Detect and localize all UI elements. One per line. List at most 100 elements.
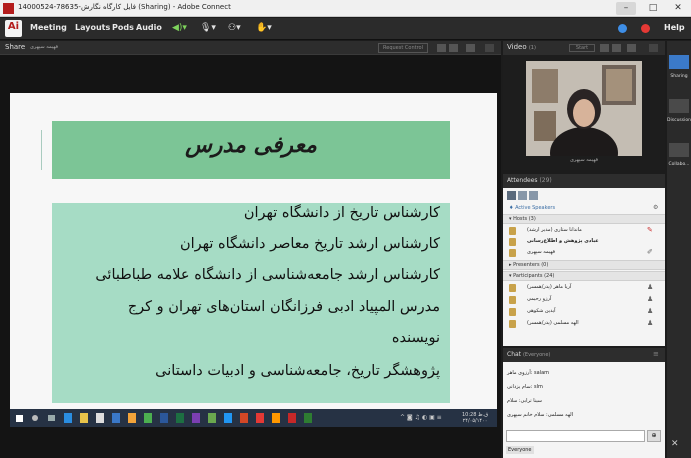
webcam-scene: [526, 61, 642, 156]
chat-message: سینا ترابی: سلام: [507, 398, 542, 404]
participant-avatar-icon: [509, 320, 516, 328]
fit-width-icon[interactable]: [449, 44, 458, 52]
hosts-section-header[interactable]: ▾ Hosts (3): [503, 214, 665, 224]
request-control-button[interactable]: Request Control: [378, 43, 428, 53]
share-pod: Share فهیمه سپهری Request Control معرفی …: [0, 41, 501, 458]
slide-title: معرفی مدرس: [185, 133, 317, 158]
chat-message-input[interactable]: [506, 430, 645, 442]
attendee-row[interactable]: آرزو رحیمی ♟: [503, 294, 665, 305]
share-pod-title: Share: [5, 43, 26, 51]
camera-icon[interactable]: ⚇▾: [228, 22, 241, 35]
video-pod-header: Video (1) Start: [503, 41, 665, 55]
slide-accent-line: [41, 130, 42, 170]
attendee-row[interactable]: آریا ماهر (پدر/همسر) ♟: [503, 282, 665, 293]
layout-label: Collabo...: [668, 162, 690, 167]
attendee-name: آیدین شکوهی: [527, 308, 556, 314]
participant-avatar-icon: [509, 308, 516, 316]
attendee-name: آرزو رحیمی: [527, 296, 552, 302]
title-bar: 14000524-78635-فایل کارگاه نگارش (Sharin…: [0, 0, 691, 17]
pod-menu-icon[interactable]: [649, 44, 658, 52]
participants-section-header[interactable]: ▾ Participants (24): [503, 271, 665, 281]
menu-help[interactable]: Help: [664, 23, 685, 32]
attendee-row[interactable]: الهه مسلمی (پدر/همسر) ♟: [503, 318, 665, 329]
telegram-icon: [224, 413, 232, 423]
host-avatar-icon: [509, 227, 516, 235]
layout-discussion-thumbnail[interactable]: [669, 99, 689, 113]
host-avatar-icon: [509, 249, 516, 257]
speaker-icon[interactable]: ◀)▾: [172, 22, 187, 35]
slide-line: مدرس المپیاد ادبی فرزانگان استان‌های تهر…: [127, 299, 440, 315]
mail-icon: [112, 413, 120, 423]
word-icon: [160, 413, 168, 423]
video-participant-name: فهیمه سپهری: [569, 157, 599, 163]
app-icon: [208, 413, 216, 423]
layout-sharing-thumbnail[interactable]: [669, 55, 689, 69]
file-explorer-icon: [80, 413, 88, 423]
participant-avatar-icon: [509, 284, 516, 292]
attendee-name: آریا ماهر (پدر/همسر): [527, 284, 572, 290]
chat-pod: Chat (Everyone) ≡ آرزوی ماهر: salam سام …: [503, 348, 665, 458]
host-avatar-icon: [509, 238, 516, 246]
status-icon: ♟: [647, 319, 654, 327]
grid-view-icon[interactable]: [612, 44, 621, 52]
menu-pods[interactable]: Pods: [112, 23, 134, 32]
participant-avatar-icon: [509, 296, 516, 304]
maximize-button[interactable]: □: [643, 2, 663, 15]
grid-view-icon[interactable]: [518, 191, 527, 200]
slide-line: نویسنده: [391, 330, 440, 346]
menu-bar: Ai Meeting Layouts Pods Audio ◀)▾ 🎙▾ ⚇▾ …: [0, 18, 691, 40]
slide-line: پژوهشگر تاریخ، جامعه‌شناسی و ادبیات داست…: [155, 363, 440, 379]
menu-meeting[interactable]: Meeting: [30, 23, 67, 32]
send-message-button[interactable]: ⊕: [647, 430, 661, 442]
slide-title-band: معرفی مدرس: [52, 121, 450, 179]
start-camera-button[interactable]: Start: [569, 44, 595, 52]
menu-layouts[interactable]: Layouts: [75, 23, 110, 32]
view-toggle-icon[interactable]: [437, 44, 446, 52]
status-icon: ✎: [647, 226, 653, 234]
chat-message: آرزوی ماهر: salam: [507, 370, 550, 376]
edge-icon: [64, 413, 72, 423]
pod-menu-icon[interactable]: [485, 44, 494, 52]
webcam-video: [526, 61, 642, 156]
adobe-connect-app-icon: [3, 3, 14, 14]
attendee-name: عبادی پژوهش و اطلاع‌رسانی: [527, 238, 599, 244]
layout-collaboration-thumbnail[interactable]: [669, 143, 689, 157]
chat-recipient-selector[interactable]: Everyone: [506, 446, 534, 454]
presenters-section-header[interactable]: ▸ Presenters (0): [503, 260, 665, 270]
app-icon: [144, 413, 152, 423]
attendee-row[interactable]: عبادی پژوهش و اطلاع‌رسانی: [503, 236, 665, 247]
status-indicator-icon[interactable]: [618, 24, 627, 33]
chrome-icon: [128, 413, 136, 423]
onenote-icon: [192, 413, 200, 423]
attendees-pod-header: Attendees (29): [503, 174, 665, 188]
status-icon: ♟: [647, 283, 654, 291]
fullscreen-icon[interactable]: [627, 44, 636, 52]
attendee-row[interactable]: فهیمه سپهری ✐: [503, 247, 665, 258]
microphone-icon[interactable]: 🎙▾: [200, 22, 216, 35]
attendee-row[interactable]: ماندانا ستاری (مدیر ارشد) ✎: [503, 225, 665, 236]
layouts-rail: Sharing Discussion Collabo... ✕: [667, 41, 691, 458]
system-tray-icons: ^ ◙ ♫ ◐ ▣ ≡: [400, 414, 442, 421]
list-view-icon[interactable]: [507, 191, 516, 200]
recording-icon[interactable]: [641, 24, 650, 33]
fullscreen-icon[interactable]: [466, 44, 475, 52]
menu-audio[interactable]: Audio: [136, 23, 162, 32]
settings-icon[interactable]: ⚙: [653, 204, 658, 211]
attendee-name: ماندانا ستاری (مدیر ارشد): [527, 227, 582, 233]
sort-icon[interactable]: [529, 191, 538, 200]
app-icon: [304, 413, 312, 423]
chat-pod-header: Chat (Everyone) ≡: [503, 348, 665, 362]
status-icon: ♟: [647, 307, 654, 315]
collapse-rail-icon[interactable]: ✕: [671, 439, 679, 449]
video-pod-title: Video (1): [507, 43, 536, 51]
attendee-row[interactable]: آیدین شکوهی ♟: [503, 306, 665, 317]
pod-menu-icon[interactable]: ≡: [653, 350, 659, 358]
raise-hand-icon[interactable]: ✋▾: [256, 22, 272, 35]
minimize-button[interactable]: –: [616, 2, 636, 15]
camera-settings-icon[interactable]: [600, 44, 609, 52]
video-pod: Video (1) Start فهیمه سپهری: [503, 41, 665, 170]
close-button[interactable]: ✕: [668, 2, 688, 15]
chat-message: سام یزدانی: slm: [507, 384, 543, 390]
slide-line: کارشناس ارشد تاریخ معاصر دانشگاه تهران: [179, 236, 440, 252]
attendee-name: الهه مسلمی (پدر/همسر): [527, 320, 579, 326]
